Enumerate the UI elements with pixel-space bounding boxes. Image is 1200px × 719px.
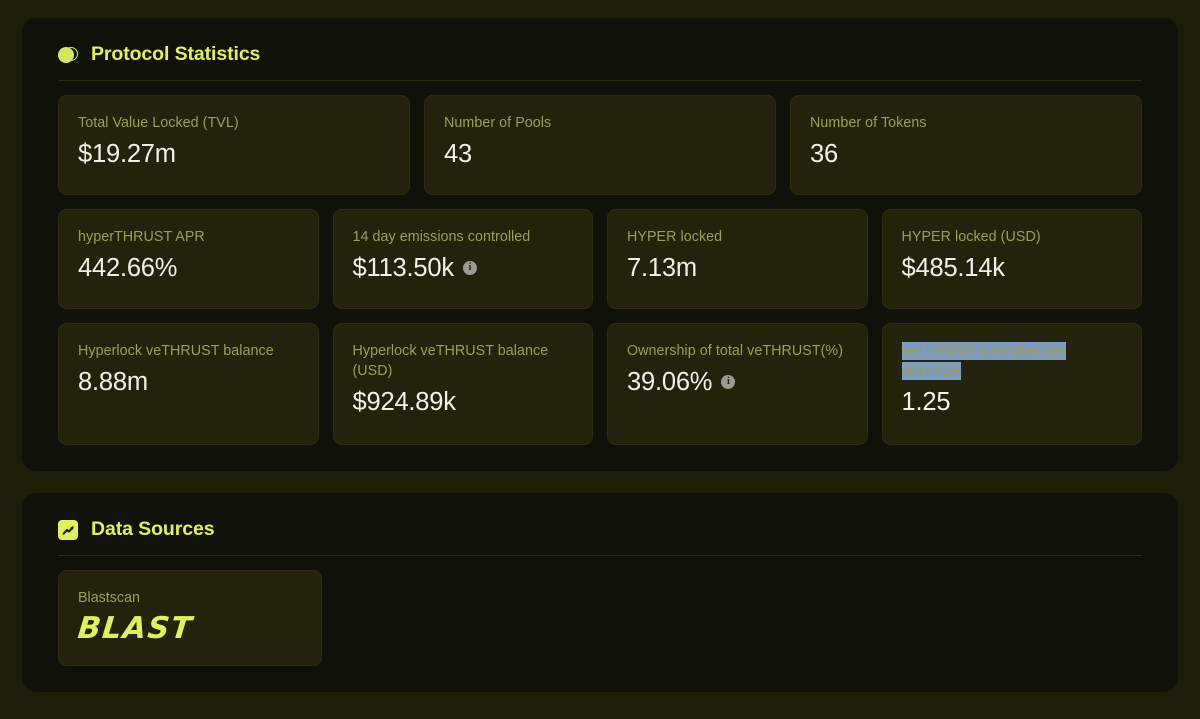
protocol-statistics-panel: Protocol Statistics Total Value Locked (…	[22, 18, 1178, 471]
stat-value: 43	[444, 140, 472, 168]
contrast-icon	[58, 45, 78, 65]
stat-card-hyper-locked-usd: HYPER locked (USD) $485.14k	[881, 209, 1142, 309]
stat-label: Hyperlock veTHRUST balance	[78, 343, 274, 359]
stats-rows: Total Value Locked (TVL) $19.27m Number …	[58, 81, 1142, 445]
stat-card-number-of-pools: Number of Pools 43	[424, 95, 776, 195]
stat-value: 36	[810, 140, 838, 168]
stat-value-wrapper: 36	[810, 138, 1122, 170]
stat-card-hyperlock-vethrust-balance-usd: Hyperlock veTHRUST balance (USD) $924.89…	[332, 323, 593, 445]
data-sources-header: Data Sources	[58, 493, 1142, 555]
stats-row: hyperTHRUST APR 442.66% 14 day emissions…	[58, 209, 1142, 309]
stat-card-hyperlock-vethrust-balance: Hyperlock veTHRUST balance 8.88m	[58, 323, 319, 445]
stats-row: Total Value Locked (TVL) $19.27m Number …	[58, 95, 1142, 195]
source-card-blastscan[interactable]: Blastscan BLAST	[58, 570, 322, 666]
stat-label: HYPER locked (USD)	[901, 229, 1041, 245]
stat-card-hyperthrust-apr: hyperTHRUST APR 442.66%	[58, 209, 319, 309]
stat-label: Number of Tokens	[810, 115, 927, 131]
stat-value-wrapper: 43	[444, 138, 756, 170]
stat-card-hyper-locked: HYPER locked 7.13m	[607, 209, 868, 309]
info-icon[interactable]: i	[721, 375, 736, 389]
stat-value: 442.66%	[78, 254, 178, 282]
stat-value: 8.88m	[78, 368, 148, 396]
stat-value-wrapper: $19.27m	[78, 138, 390, 170]
stat-label: hyperTHRUST APR	[78, 229, 205, 245]
stat-value-wrapper: 1.25	[902, 386, 1123, 418]
section-title-data-sources: Data Sources	[91, 518, 215, 541]
stat-value: $924.89k	[352, 388, 457, 416]
protocol-statistics-header: Protocol Statistics	[58, 18, 1142, 80]
data-sources-panel: Data Sources Blastscan BLAST	[22, 493, 1178, 692]
page-root: Protocol Statistics Total Value Locked (…	[0, 0, 1200, 719]
stat-value-wrapper: 442.66%	[78, 252, 299, 284]
stat-label: 14 day emissions controlled	[352, 229, 531, 245]
stat-value: $113.50k	[352, 254, 455, 282]
stat-value: 39.06%	[627, 368, 713, 396]
source-name: Blastscan	[78, 590, 140, 606]
stat-value-wrapper: $924.89k	[353, 386, 574, 418]
stat-card-ownership-of-total-vethrust: Ownership of total veTHRUST(%) 39.06% i	[607, 323, 868, 445]
chart-trend-icon	[58, 520, 78, 540]
data-sources-grid: Blastscan BLAST	[58, 556, 1142, 666]
stat-value: 1.25	[901, 388, 951, 416]
blast-logo: BLAST	[76, 611, 195, 646]
stat-value: $485.14k	[901, 254, 1006, 282]
stat-card-14-day-emissions-controlled: 14 day emissions controlled $113.50k i	[332, 209, 593, 309]
stats-row: Hyperlock veTHRUST balance 8.88m Hyperlo…	[58, 323, 1142, 445]
stat-card-total-value-locked: Total Value Locked (TVL) $19.27m	[58, 95, 410, 195]
stat-value-wrapper: $113.50k i	[353, 252, 574, 284]
stat-card-vethrust-controlled-per-vlhyper: veTHRUST controlled per vlHYPER 1.25	[881, 323, 1142, 445]
stat-value-wrapper: 39.06% i	[627, 366, 848, 398]
stat-label: HYPER locked	[627, 229, 723, 245]
stat-value: 7.13m	[627, 254, 697, 282]
stat-card-number-of-tokens: Number of Tokens 36	[790, 95, 1142, 195]
info-icon[interactable]: i	[462, 261, 477, 275]
selected-text: veTHRUST controlled per vlHYPER	[901, 342, 1067, 380]
stat-label: Hyperlock veTHRUST balance (USD)	[352, 343, 549, 379]
stat-label: Number of Pools	[444, 115, 552, 131]
stat-label-selected: veTHRUST controlled per vlHYPER	[901, 341, 1123, 381]
stat-label: Ownership of total veTHRUST(%)	[627, 343, 844, 359]
stat-value-wrapper: 8.88m	[78, 366, 299, 398]
stat-label: Total Value Locked (TVL)	[78, 115, 239, 131]
section-title-protocol-statistics: Protocol Statistics	[91, 43, 261, 66]
stat-value: $19.27m	[78, 140, 176, 168]
stat-value-wrapper: 7.13m	[627, 252, 848, 284]
stat-value-wrapper: $485.14k	[902, 252, 1123, 284]
